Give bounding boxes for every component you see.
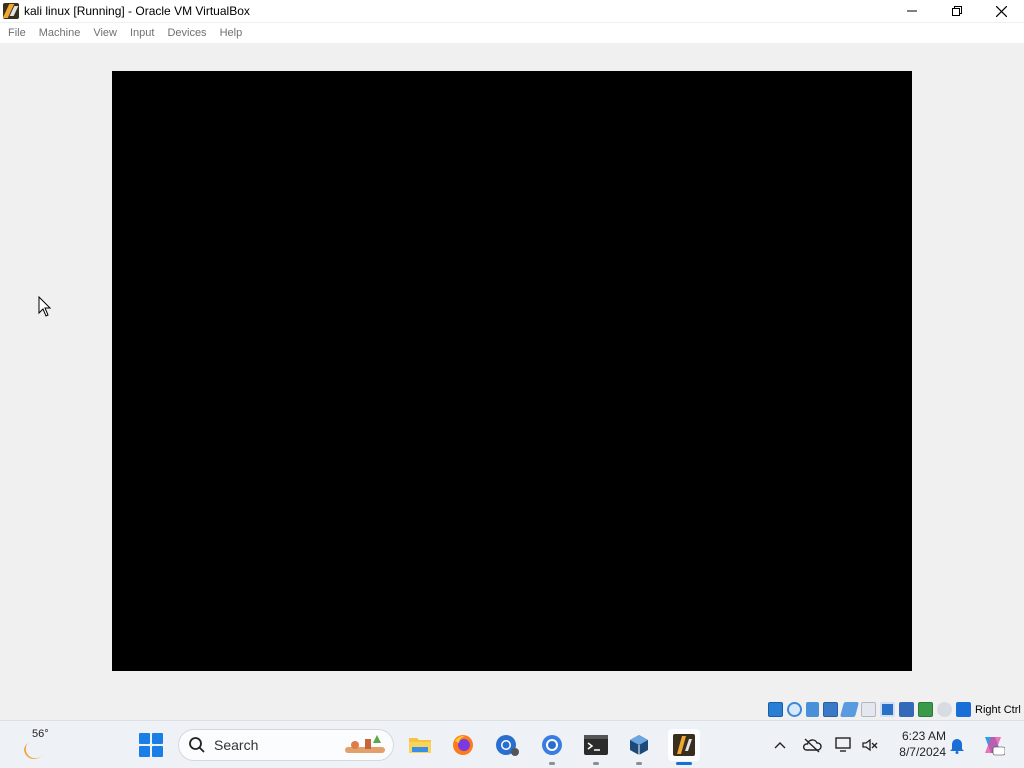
audio-icon[interactable]	[806, 702, 819, 717]
monitor-network-icon	[835, 737, 851, 752]
terminal-icon	[584, 735, 608, 755]
vm-status-bar: Right Ctrl	[0, 699, 1024, 720]
active-indicator	[676, 762, 692, 765]
network-tray-button[interactable]	[834, 735, 854, 755]
mouse-integration-icon[interactable]	[937, 702, 952, 717]
file-explorer-icon	[409, 738, 431, 753]
menu-input[interactable]: Input	[125, 23, 159, 43]
display-icon[interactable]	[880, 702, 895, 717]
menu-machine[interactable]: Machine	[34, 23, 86, 43]
network-icon[interactable]	[823, 702, 838, 717]
taskbar-terminal[interactable]	[580, 729, 612, 765]
vm-display[interactable]	[112, 71, 912, 671]
running-indicator	[593, 762, 599, 765]
clock-time: 6:23 AM	[901, 729, 946, 743]
keyboard-capture-icon[interactable]	[956, 702, 971, 717]
minimize-button[interactable]	[889, 0, 934, 22]
chevron-up-icon	[774, 742, 786, 749]
taskbar-kali-vm[interactable]	[668, 729, 700, 765]
close-button[interactable]	[979, 0, 1024, 22]
title-bar: kali linux [Running] - Oracle VM Virtual…	[0, 0, 1024, 22]
search-placeholder: Search	[214, 737, 259, 753]
windows-logo-pane	[139, 746, 150, 757]
cloud-off-icon	[802, 738, 822, 753]
host-key-label: Right Ctrl	[975, 703, 1021, 716]
search-highlight-art-icon	[345, 735, 385, 753]
optical-drive-icon[interactable]	[787, 702, 802, 717]
video-capture-icon[interactable]	[899, 702, 914, 717]
window-title: kali linux [Running] - Oracle VM Virtual…	[24, 4, 250, 18]
copilot-icon	[985, 737, 1005, 756]
menu-view[interactable]: View	[88, 23, 122, 43]
taskbar: 56° Search 6:23 AM 8/7/2024	[0, 720, 1024, 768]
virtualbox-vm-icon	[673, 734, 695, 756]
bell-icon	[950, 739, 964, 754]
taskbar-search[interactable]: Search	[178, 729, 394, 761]
virtualbox-icon	[630, 735, 648, 755]
taskbar-file-explorer[interactable]	[404, 729, 436, 761]
windows-logo-pane	[139, 733, 150, 744]
virtualbox-vm-icon[interactable]	[3, 3, 19, 19]
windows-logo-pane	[152, 733, 163, 744]
search-icon	[189, 737, 205, 753]
taskbar-chrome-profile[interactable]	[491, 729, 523, 761]
weather-moon-icon	[24, 743, 42, 759]
menu-bar: File Machine View Input Devices Help	[0, 23, 1024, 43]
clock-date: 8/7/2024	[899, 745, 946, 759]
chrome-profile-icon	[496, 735, 519, 756]
hard-disk-icon[interactable]	[768, 702, 783, 717]
taskbar-firefox[interactable]	[447, 729, 479, 761]
taskbar-virtualbox[interactable]	[623, 729, 655, 765]
taskbar-clock[interactable]: 6:23 AM 8/7/2024	[888, 728, 946, 760]
shared-folders-icon[interactable]	[861, 702, 876, 717]
menu-help[interactable]: Help	[215, 23, 248, 43]
maximize-button[interactable]	[934, 0, 979, 22]
start-button[interactable]	[139, 733, 163, 757]
running-indicator	[636, 762, 642, 765]
chrome-icon	[542, 735, 562, 755]
taskbar-chrome[interactable]	[536, 729, 568, 765]
windows-logo-pane	[152, 746, 163, 757]
menu-devices[interactable]: Devices	[162, 23, 211, 43]
menu-file[interactable]: File	[3, 23, 31, 43]
cpu-icon[interactable]	[918, 702, 933, 717]
restore-icon	[951, 6, 962, 16]
usb-icon[interactable]	[839, 702, 860, 717]
mouse-cursor-icon	[38, 296, 52, 317]
volume-tray-button[interactable]	[860, 735, 880, 755]
weather-temperature: 56°	[32, 728, 49, 740]
running-indicator	[549, 762, 555, 765]
minimize-icon	[906, 10, 917, 12]
notifications-button[interactable]	[947, 735, 967, 755]
show-hidden-icons-button[interactable]	[770, 735, 790, 755]
firefox-icon	[453, 735, 473, 755]
window-controls	[889, 0, 1024, 22]
onedrive-tray-button[interactable]	[802, 735, 822, 755]
copilot-button[interactable]	[980, 732, 1006, 758]
close-icon	[996, 5, 1007, 17]
weather-widget[interactable]: 56°	[18, 727, 58, 763]
speaker-muted-icon	[862, 738, 878, 752]
